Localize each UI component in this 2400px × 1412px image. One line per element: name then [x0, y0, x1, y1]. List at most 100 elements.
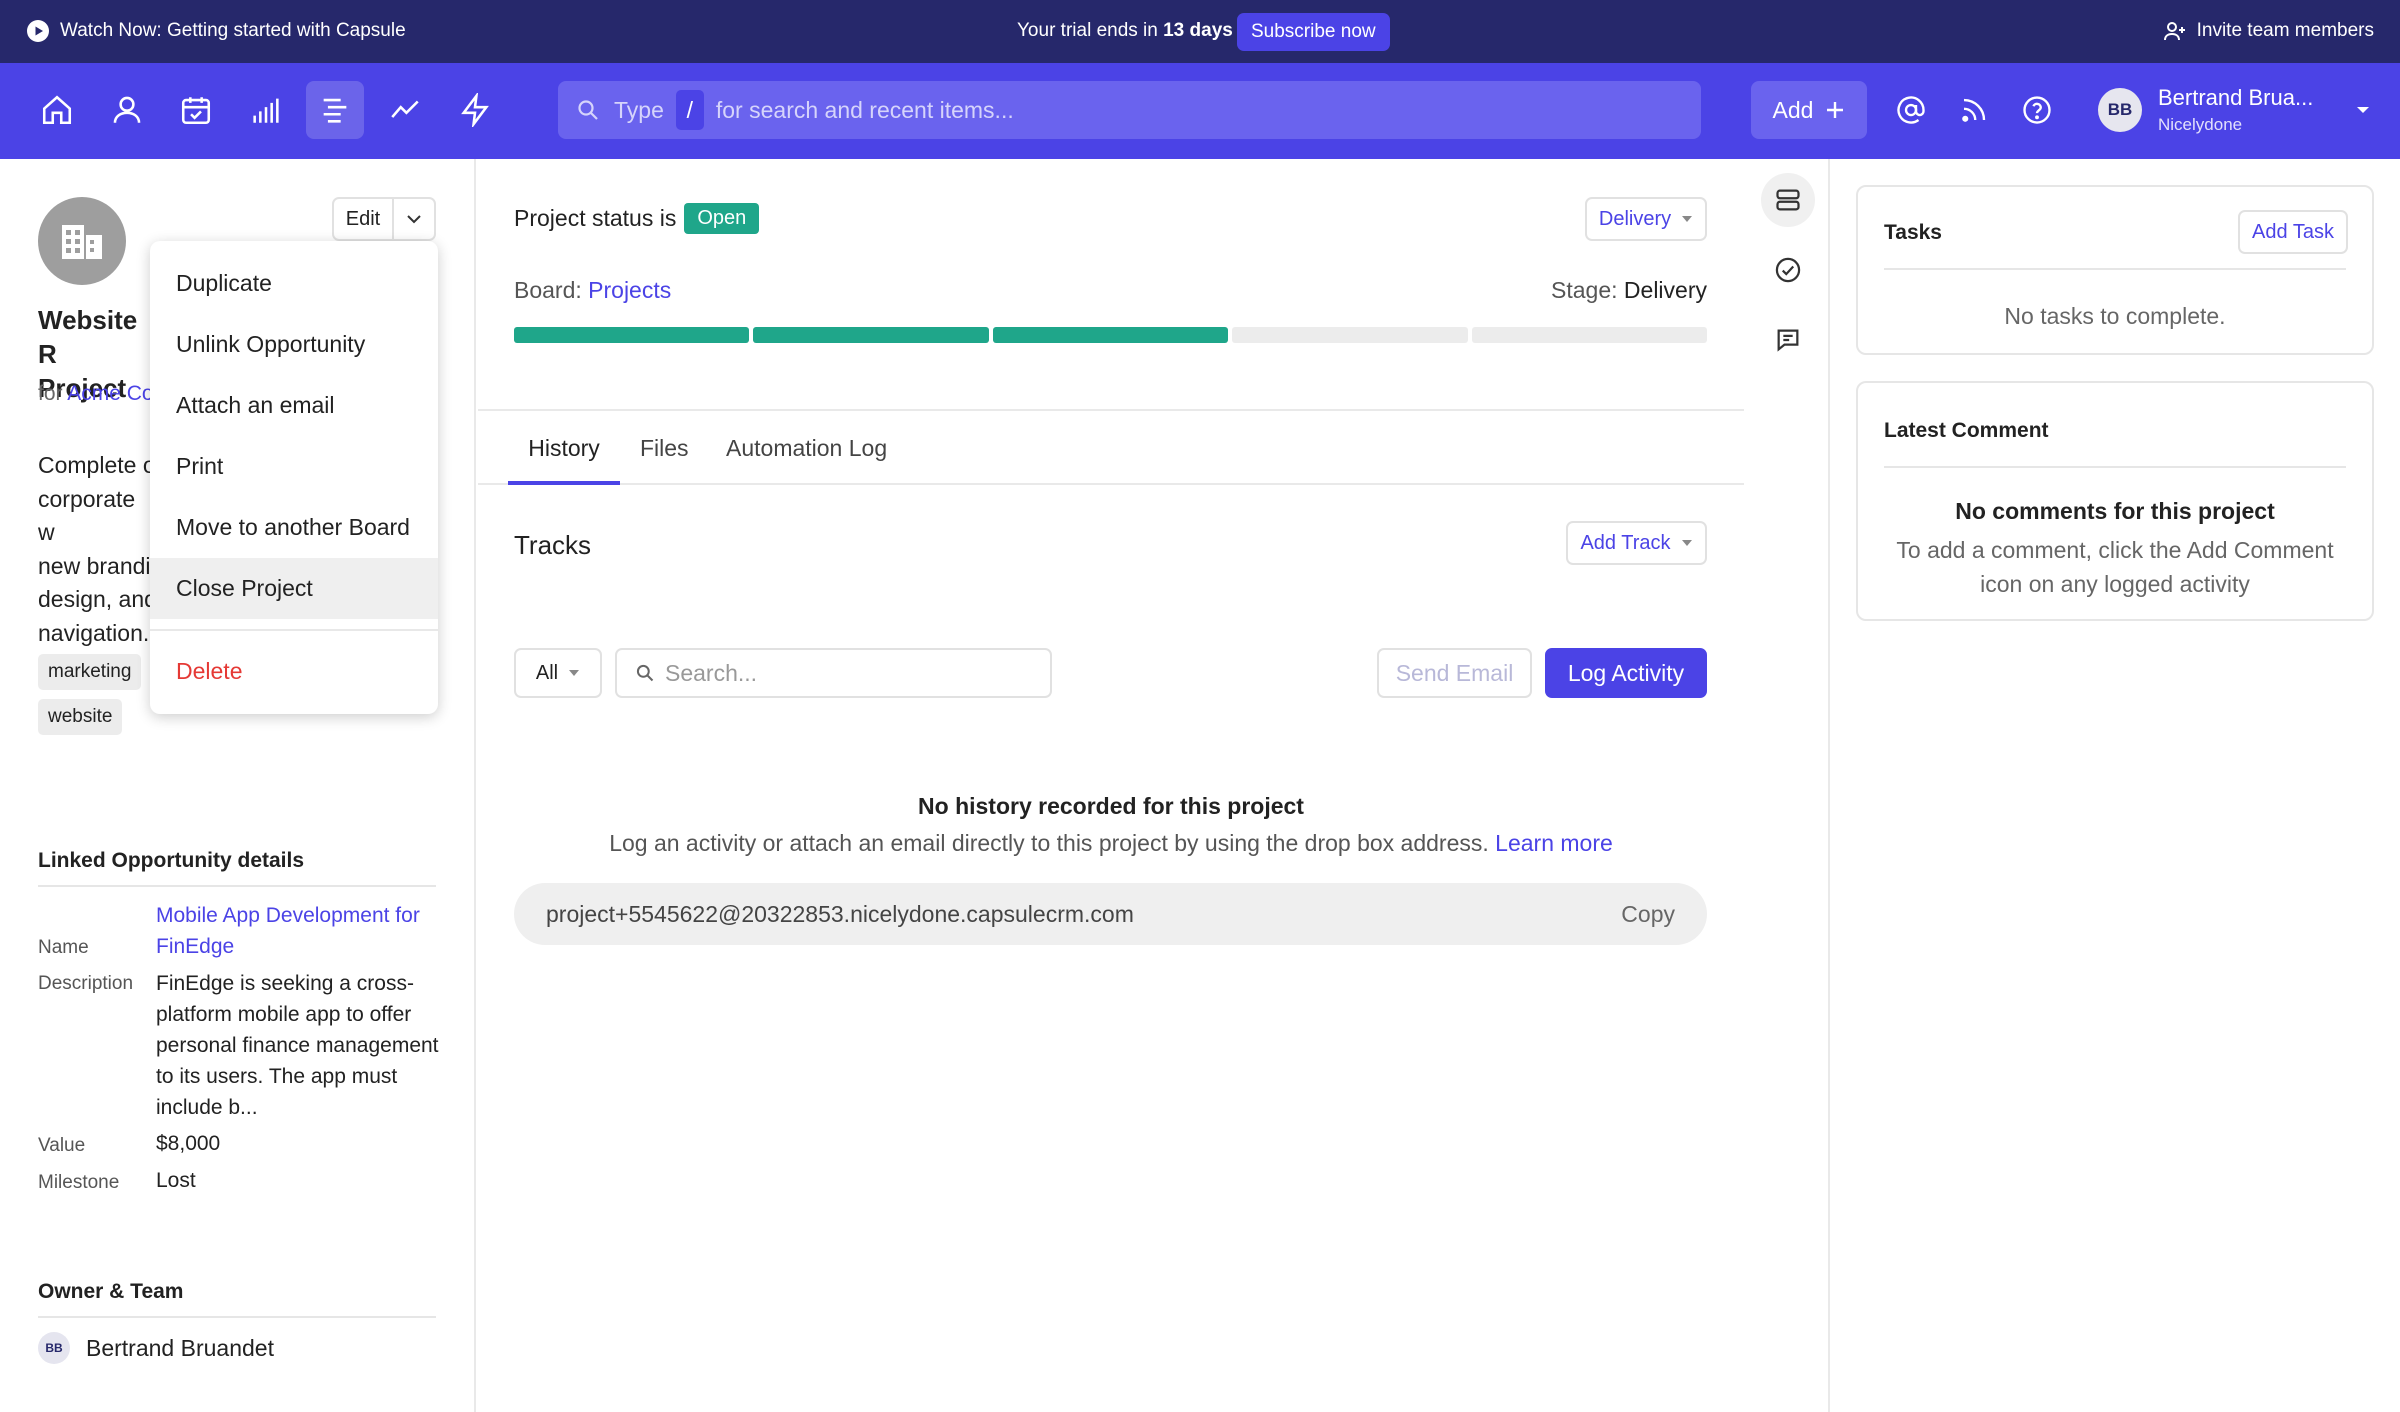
help-button[interactable]	[2008, 81, 2066, 139]
home-icon	[42, 95, 72, 125]
owner-row[interactable]: BB Bertrand Bruandet	[38, 1332, 274, 1364]
global-search-input[interactable]: Type / for search and recent items...	[558, 81, 1701, 139]
feed-icon	[1962, 98, 1986, 122]
menu-divider	[150, 629, 438, 631]
linked-opportunity-header: Linked Opportunity details	[38, 849, 436, 887]
rail-tasks-button[interactable]	[1761, 243, 1815, 297]
help-icon	[2023, 96, 2051, 124]
owner-name: Bertrand Bruandet	[86, 1334, 274, 1361]
add-track-button[interactable]: Add Track	[1566, 521, 1707, 565]
nav-reports[interactable]	[376, 81, 434, 139]
activity-feed-button[interactable]	[1945, 81, 2003, 139]
description-line: corporate w	[38, 485, 136, 546]
description-line: new brandi	[38, 552, 151, 579]
caret-down-icon	[1682, 216, 1693, 222]
trial-days: 13 days	[1163, 20, 1233, 41]
lightning-icon	[461, 93, 489, 127]
building-icon	[62, 225, 102, 259]
add-track-label: Add Track	[1580, 531, 1671, 554]
nav-workflow[interactable]	[446, 81, 504, 139]
user-menu[interactable]: BB Bertrand Brua... Nicelydone	[2098, 85, 2370, 135]
board-info: Board: Projects	[514, 277, 671, 304]
nav-sales[interactable]	[237, 81, 295, 139]
at-sign-icon	[1897, 96, 1925, 124]
milestone-label: Milestone	[38, 1172, 120, 1193]
search-icon	[636, 664, 654, 682]
caret-down-icon	[2357, 107, 2369, 113]
menu-item-close-project[interactable]: Close Project	[150, 558, 438, 619]
project-for: for Acme Co	[38, 382, 158, 406]
menu-item-move-board[interactable]: Move to another Board	[150, 497, 438, 558]
nav-calendar[interactable]	[167, 81, 225, 139]
comment-empty-title: No comments for this project	[1955, 498, 2275, 524]
owner-team-header: Owner & Team	[38, 1280, 436, 1318]
tasks-empty: No tasks to complete.	[2004, 303, 2226, 329]
subscribe-button[interactable]: Subscribe now	[1237, 13, 1390, 51]
history-search-input[interactable]: Search...	[615, 648, 1052, 698]
activity-filter-select[interactable]: All	[514, 648, 602, 698]
comment-title: Latest Comment	[1884, 419, 2049, 442]
send-email-button[interactable]: Send Email	[1377, 648, 1532, 698]
board-link[interactable]: Projects	[588, 277, 671, 303]
owner-avatar: BB	[38, 1332, 70, 1364]
edit-menu-toggle[interactable]	[394, 199, 434, 239]
edit-button[interactable]: Edit	[334, 199, 394, 239]
mentions-button[interactable]	[1882, 81, 1940, 139]
tab-automation-log[interactable]: Automation Log	[726, 411, 887, 485]
user-name: Bertrand Brua...	[2158, 85, 2314, 110]
stage-progress-bar	[514, 327, 1708, 343]
filter-label: All	[535, 661, 559, 684]
menu-item-unlink-opportunity[interactable]: Unlink Opportunity	[150, 314, 438, 375]
rail-details-button[interactable]	[1761, 173, 1815, 227]
value-label: Value	[38, 1135, 86, 1156]
status-prefix: Project status is	[514, 205, 677, 231]
tab-files[interactable]: Files	[640, 411, 689, 485]
rail-comments-button[interactable]	[1761, 313, 1815, 367]
opportunity-milestone: Lost	[156, 1169, 196, 1192]
search-prefix: Type	[614, 96, 664, 123]
stage-info: Stage: Delivery	[1551, 277, 1707, 304]
opportunity-link[interactable]: Mobile App Development for FinEdge	[156, 900, 441, 962]
menu-item-attach-email[interactable]: Attach an email	[150, 375, 438, 436]
organisation-link[interactable]: Acme Co	[67, 382, 153, 405]
delivery-label: Delivery	[1598, 207, 1672, 230]
empty-history-title: No history recorded for this project	[918, 793, 1304, 819]
watch-now-link[interactable]: Watch Now: Getting started with Capsule	[26, 19, 406, 43]
tag-marketing[interactable]: marketing	[38, 654, 142, 690]
log-activity-button[interactable]: Log Activity	[1545, 648, 1707, 698]
tasks-panel: Tasks Add Task No tasks to complete.	[1856, 185, 2374, 355]
status-badge: Open	[684, 203, 760, 234]
trial-notice: Your trial ends in 13 days	[1017, 20, 1233, 42]
description-line: navigation.	[38, 619, 150, 646]
plus-icon	[1827, 102, 1844, 118]
menu-item-delete[interactable]: Delete	[150, 641, 438, 702]
progress-segment	[992, 327, 1229, 343]
search-shortcut-key: /	[675, 90, 704, 130]
stage-prefix: Stage:	[1551, 277, 1618, 303]
menu-item-print[interactable]: Print	[150, 436, 438, 497]
tag-website[interactable]: website	[38, 699, 123, 735]
menu-item-duplicate[interactable]: Duplicate	[150, 253, 438, 314]
caret-down-icon	[1681, 540, 1692, 546]
tab-history[interactable]: History	[508, 411, 620, 485]
nav-contacts[interactable]	[98, 81, 156, 139]
empty-history-message: Log an activity or attach an email direc…	[609, 830, 1489, 856]
invite-team-button[interactable]: Invite team members	[2163, 19, 2374, 43]
board-prefix: Board:	[514, 277, 582, 303]
add-button[interactable]: Add	[1751, 81, 1867, 139]
learn-more-link[interactable]: Learn more	[1495, 830, 1613, 856]
progress-segment	[1471, 327, 1708, 343]
for-prefix: for	[38, 382, 68, 405]
tasks-divider	[1884, 268, 2346, 270]
tasks-title: Tasks	[1884, 221, 1942, 244]
tracks-title: Tracks	[514, 530, 592, 560]
nav-home[interactable]	[28, 81, 86, 139]
nav-projects[interactable]	[306, 81, 364, 139]
trend-icon	[391, 100, 419, 118]
add-task-button[interactable]: Add Task	[2238, 210, 2348, 254]
delivery-dropdown[interactable]: Delivery	[1585, 197, 1707, 241]
project-tabs: History Files Automation Log	[478, 409, 1744, 485]
copy-email-button[interactable]: Copy	[1621, 901, 1675, 928]
opportunity-description: FinEdge is seeking a cross-platform mobi…	[156, 972, 439, 1119]
project-details-panel: Edit Website R Project for Acme Co Compl…	[0, 159, 476, 1412]
